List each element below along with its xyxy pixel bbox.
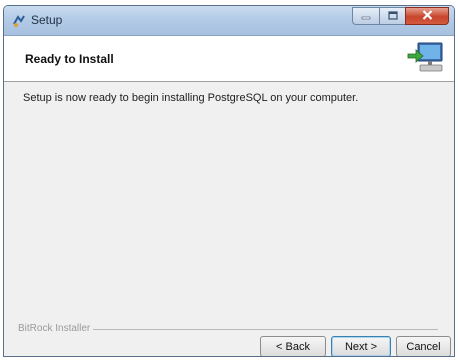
close-button[interactable]	[405, 7, 449, 25]
minimize-icon	[361, 7, 371, 25]
page-title: Ready to Install	[25, 52, 114, 66]
installer-brand: BitRock Installer	[18, 323, 94, 334]
next-button[interactable]: Next >	[331, 336, 391, 356]
back-button[interactable]: < Back	[260, 336, 326, 356]
minimize-button[interactable]	[352, 7, 379, 25]
maximize-button[interactable]	[379, 7, 405, 25]
install-message: Setup is now ready to begin installing P…	[23, 92, 359, 104]
caption-buttons	[352, 7, 449, 26]
title-bar[interactable]: Setup	[4, 6, 454, 36]
window-title: Setup	[31, 13, 63, 27]
header-band: Ready to Install	[4, 36, 454, 82]
cancel-button[interactable]: Cancel	[396, 336, 451, 356]
maximize-icon	[387, 7, 398, 25]
setup-window: Setup Ready to Install Setup is now read…	[3, 5, 455, 357]
close-icon	[422, 7, 433, 25]
setup-app-icon	[12, 14, 26, 28]
computer-install-icon	[406, 40, 448, 76]
